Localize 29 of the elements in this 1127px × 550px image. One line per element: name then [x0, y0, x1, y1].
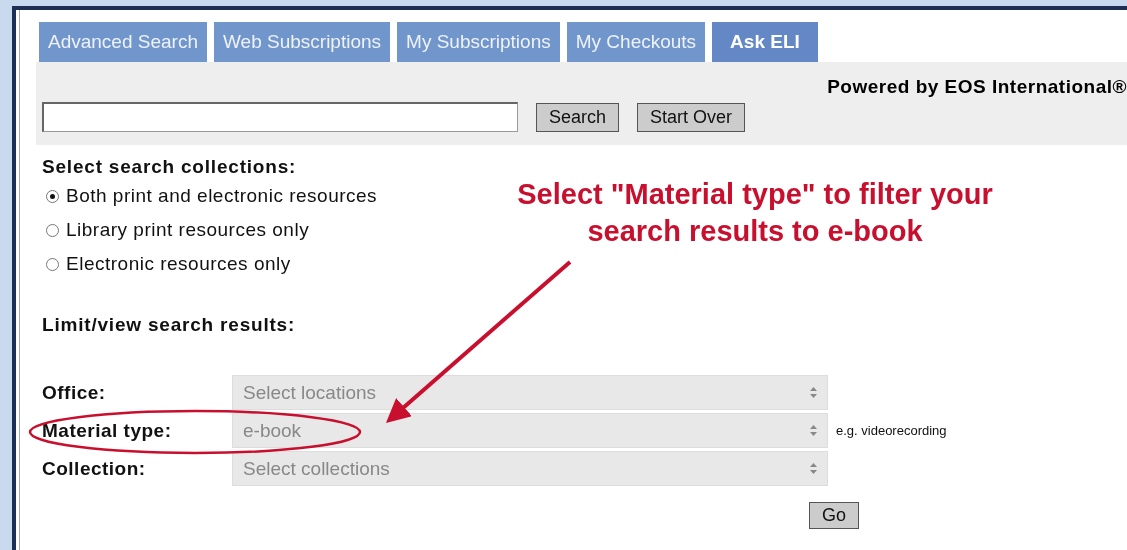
tab[interactable]: My Checkouts — [566, 22, 706, 62]
section-heading: Limit/view search results: — [42, 313, 297, 337]
field-label: Collection: — [42, 457, 147, 480]
field-label: Office: — [42, 381, 107, 404]
select-dropdown[interactable]: Select collections — [232, 451, 828, 486]
tab[interactable]: My Subscriptions — [397, 22, 560, 62]
radio-button[interactable] — [46, 223, 59, 237]
tab[interactable]: Ask ELI — [712, 22, 818, 62]
updown-icon — [810, 463, 817, 474]
tab[interactable]: Advanced Search — [39, 22, 207, 62]
powered-by-text: Powered by EOS International® — [827, 76, 1127, 97]
search-field[interactable] — [42, 102, 518, 132]
radio-label: Electronic resources only — [66, 253, 291, 275]
radio-button[interactable] — [46, 257, 59, 271]
search-button[interactable]: Search — [536, 102, 620, 132]
updown-icon — [810, 425, 817, 436]
radio-label: Library print resources only — [66, 219, 310, 241]
radio-label: Both print and electronic resources — [66, 185, 378, 207]
section-heading: Select search collections: — [42, 155, 298, 179]
updown-icon — [810, 387, 817, 398]
select-dropdown[interactable]: e-book — [232, 413, 828, 448]
go-button[interactable]: Go — [809, 502, 859, 529]
search-button[interactable]: Start Over — [637, 102, 746, 132]
radio-button[interactable] — [46, 189, 59, 203]
annotation-text: Select "Material type" to filter your search results to e-book — [516, 177, 994, 249]
select-dropdown[interactable]: Select locations — [232, 375, 828, 410]
tab[interactable]: Web Subscriptions — [214, 22, 391, 62]
hint-text: e.g. videorecording — [836, 423, 947, 438]
field-label: Material type: — [42, 419, 173, 442]
